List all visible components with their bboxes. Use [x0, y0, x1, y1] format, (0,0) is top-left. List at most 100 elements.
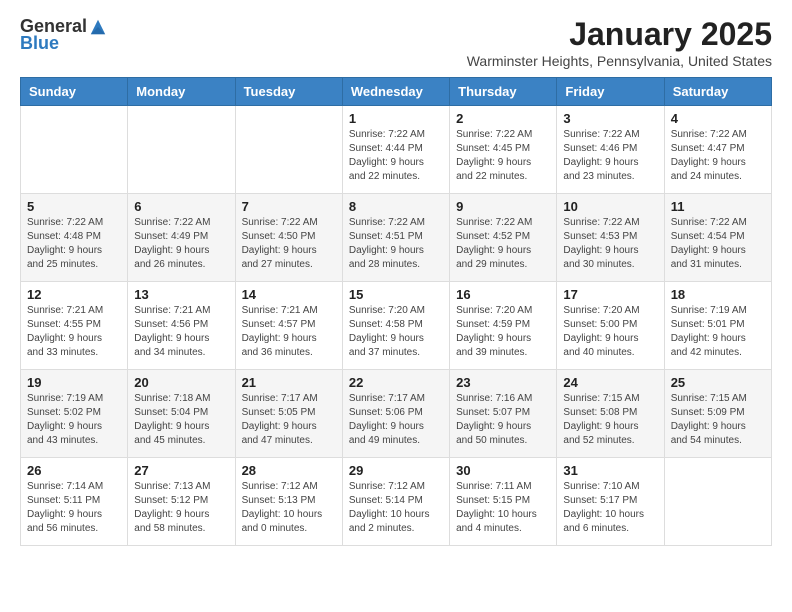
day-number: 4 — [671, 111, 765, 126]
calendar-header-row: SundayMondayTuesdayWednesdayThursdayFrid… — [21, 78, 772, 106]
day-info: Sunrise: 7:22 AM Sunset: 4:54 PM Dayligh… — [671, 216, 765, 272]
day-number: 3 — [563, 111, 657, 126]
day-number: 29 — [349, 463, 443, 478]
calendar-day-cell: 8 Sunrise: 7:22 AM Sunset: 4:51 PM Daylig… — [342, 194, 449, 282]
day-info: Sunrise: 7:20 AM Sunset: 4:58 PM Dayligh… — [349, 304, 443, 360]
day-number: 1 — [349, 111, 443, 126]
day-info: Sunrise: 7:22 AM Sunset: 4:53 PM Dayligh… — [563, 216, 657, 272]
logo-icon — [89, 18, 107, 36]
calendar-day-cell: 28Sunrise: 7:12 AM Sunset: 5:13 PM Dayli… — [235, 458, 342, 546]
calendar-day-cell — [235, 106, 342, 194]
day-number: 20 — [134, 375, 228, 390]
day-info: Sunrise: 7:22 AM Sunset: 4:46 PM Dayligh… — [563, 128, 657, 184]
day-info: Sunrise: 7:18 AM Sunset: 5:04 PM Dayligh… — [134, 392, 228, 448]
day-number: 22 — [349, 375, 443, 390]
calendar-day-cell: 11 Sunrise: 7:22 AM Sunset: 4:54 PM Dayli… — [664, 194, 771, 282]
day-number: 9 — [456, 199, 550, 214]
calendar-week-row: 19Sunrise: 7:19 AM Sunset: 5:02 PM Dayli… — [21, 370, 772, 458]
day-info: Sunrise: 7:17 AM Sunset: 5:06 PM Dayligh… — [349, 392, 443, 448]
day-info: Sunrise: 7:11 AM Sunset: 5:15 PM Dayligh… — [456, 480, 550, 536]
day-info: Sunrise: 7:22 AM Sunset: 4:52 PM Dayligh… — [456, 216, 550, 272]
calendar-week-row: 26Sunrise: 7:14 AM Sunset: 5:11 PM Dayli… — [21, 458, 772, 546]
calendar-day-header: Friday — [557, 78, 664, 106]
day-info: Sunrise: 7:22 AM Sunset: 4:45 PM Dayligh… — [456, 128, 550, 184]
calendar-week-row: 1 Sunrise: 7:22 AM Sunset: 4:44 PM Daylig… — [21, 106, 772, 194]
calendar-day-cell: 5 Sunrise: 7:22 AM Sunset: 4:48 PM Daylig… — [21, 194, 128, 282]
day-number: 18 — [671, 287, 765, 302]
day-number: 30 — [456, 463, 550, 478]
calendar-day-cell: 20 Sunrise: 7:18 AM Sunset: 5:04 PM Dayli… — [128, 370, 235, 458]
calendar-day-cell: 30 Sunrise: 7:11 AM Sunset: 5:15 PM Dayli… — [450, 458, 557, 546]
day-info: Sunrise: 7:17 AM Sunset: 5:05 PM Dayligh… — [242, 392, 336, 448]
calendar-day-cell: 18 Sunrise: 7:19 AM Sunset: 5:01 PM Dayli… — [664, 282, 771, 370]
calendar-day-cell: 10Sunrise: 7:22 AM Sunset: 4:53 PM Dayli… — [557, 194, 664, 282]
day-info: Sunrise: 7:12 AM Sunset: 5:14 PM Dayligh… — [349, 480, 443, 536]
calendar-day-cell: 12 Sunrise: 7:21 AM Sunset: 4:55 PM Dayli… — [21, 282, 128, 370]
page-header: General Blue January 2025 Warminster Hei… — [20, 16, 772, 69]
calendar-day-cell: 6Sunrise: 7:22 AM Sunset: 4:49 PM Daylig… — [128, 194, 235, 282]
day-number: 13 — [134, 287, 228, 302]
day-number: 15 — [349, 287, 443, 302]
day-info: Sunrise: 7:22 AM Sunset: 4:44 PM Dayligh… — [349, 128, 443, 184]
day-info: Sunrise: 7:20 AM Sunset: 5:00 PM Dayligh… — [563, 304, 657, 360]
day-number: 7 — [242, 199, 336, 214]
calendar-week-row: 5 Sunrise: 7:22 AM Sunset: 4:48 PM Daylig… — [21, 194, 772, 282]
day-info: Sunrise: 7:20 AM Sunset: 4:59 PM Dayligh… — [456, 304, 550, 360]
calendar-day-cell: 13Sunrise: 7:21 AM Sunset: 4:56 PM Dayli… — [128, 282, 235, 370]
calendar-day-cell: 2 Sunrise: 7:22 AM Sunset: 4:45 PM Daylig… — [450, 106, 557, 194]
day-info: Sunrise: 7:15 AM Sunset: 5:09 PM Dayligh… — [671, 392, 765, 448]
day-number: 21 — [242, 375, 336, 390]
calendar-day-cell: 27 Sunrise: 7:13 AM Sunset: 5:12 PM Dayli… — [128, 458, 235, 546]
calendar-day-cell: 29 Sunrise: 7:12 AM Sunset: 5:14 PM Dayli… — [342, 458, 449, 546]
day-info: Sunrise: 7:22 AM Sunset: 4:48 PM Dayligh… — [27, 216, 121, 272]
calendar-day-header: Wednesday — [342, 78, 449, 106]
day-number: 14 — [242, 287, 336, 302]
calendar-day-cell: 16 Sunrise: 7:20 AM Sunset: 4:59 PM Dayli… — [450, 282, 557, 370]
calendar-day-cell: 15 Sunrise: 7:20 AM Sunset: 4:58 PM Dayli… — [342, 282, 449, 370]
day-number: 27 — [134, 463, 228, 478]
calendar-day-cell: 1 Sunrise: 7:22 AM Sunset: 4:44 PM Daylig… — [342, 106, 449, 194]
calendar-day-cell: 25Sunrise: 7:15 AM Sunset: 5:09 PM Dayli… — [664, 370, 771, 458]
title-section: January 2025 Warminster Heights, Pennsyl… — [467, 16, 772, 69]
logo: General Blue — [20, 16, 107, 54]
calendar-day-cell: 23Sunrise: 7:16 AM Sunset: 5:07 PM Dayli… — [450, 370, 557, 458]
day-info: Sunrise: 7:14 AM Sunset: 5:11 PM Dayligh… — [27, 480, 121, 536]
day-info: Sunrise: 7:21 AM Sunset: 4:55 PM Dayligh… — [27, 304, 121, 360]
day-info: Sunrise: 7:21 AM Sunset: 4:57 PM Dayligh… — [242, 304, 336, 360]
day-number: 8 — [349, 199, 443, 214]
day-info: Sunrise: 7:16 AM Sunset: 5:07 PM Dayligh… — [456, 392, 550, 448]
day-number: 17 — [563, 287, 657, 302]
day-number: 5 — [27, 199, 121, 214]
calendar-table: SundayMondayTuesdayWednesdayThursdayFrid… — [20, 77, 772, 546]
day-info: Sunrise: 7:19 AM Sunset: 5:01 PM Dayligh… — [671, 304, 765, 360]
day-number: 2 — [456, 111, 550, 126]
day-number: 16 — [456, 287, 550, 302]
calendar-day-cell: 9 Sunrise: 7:22 AM Sunset: 4:52 PM Daylig… — [450, 194, 557, 282]
calendar-day-cell: 21 Sunrise: 7:17 AM Sunset: 5:05 PM Dayli… — [235, 370, 342, 458]
calendar-day-header: Saturday — [664, 78, 771, 106]
day-number: 28 — [242, 463, 336, 478]
day-number: 12 — [27, 287, 121, 302]
calendar-day-cell: 4 Sunrise: 7:22 AM Sunset: 4:47 PM Daylig… — [664, 106, 771, 194]
calendar-day-cell: 7 Sunrise: 7:22 AM Sunset: 4:50 PM Daylig… — [235, 194, 342, 282]
day-number: 24 — [563, 375, 657, 390]
day-info: Sunrise: 7:13 AM Sunset: 5:12 PM Dayligh… — [134, 480, 228, 536]
day-info: Sunrise: 7:22 AM Sunset: 4:47 PM Dayligh… — [671, 128, 765, 184]
day-info: Sunrise: 7:22 AM Sunset: 4:49 PM Dayligh… — [134, 216, 228, 272]
calendar-day-cell: 14 Sunrise: 7:21 AM Sunset: 4:57 PM Dayli… — [235, 282, 342, 370]
calendar-day-cell: 17 Sunrise: 7:20 AM Sunset: 5:00 PM Dayli… — [557, 282, 664, 370]
calendar-week-row: 12 Sunrise: 7:21 AM Sunset: 4:55 PM Dayli… — [21, 282, 772, 370]
calendar-day-header: Tuesday — [235, 78, 342, 106]
calendar-day-header: Monday — [128, 78, 235, 106]
day-info: Sunrise: 7:15 AM Sunset: 5:08 PM Dayligh… — [563, 392, 657, 448]
calendar-day-cell: 22 Sunrise: 7:17 AM Sunset: 5:06 PM Dayli… — [342, 370, 449, 458]
day-info: Sunrise: 7:22 AM Sunset: 4:51 PM Dayligh… — [349, 216, 443, 272]
calendar-day-cell: 24 Sunrise: 7:15 AM Sunset: 5:08 PM Dayli… — [557, 370, 664, 458]
day-number: 11 — [671, 199, 765, 214]
calendar-day-cell — [21, 106, 128, 194]
month-title: January 2025 — [467, 16, 772, 53]
calendar-day-header: Thursday — [450, 78, 557, 106]
day-number: 19 — [27, 375, 121, 390]
day-info: Sunrise: 7:22 AM Sunset: 4:50 PM Dayligh… — [242, 216, 336, 272]
calendar-day-header: Sunday — [21, 78, 128, 106]
